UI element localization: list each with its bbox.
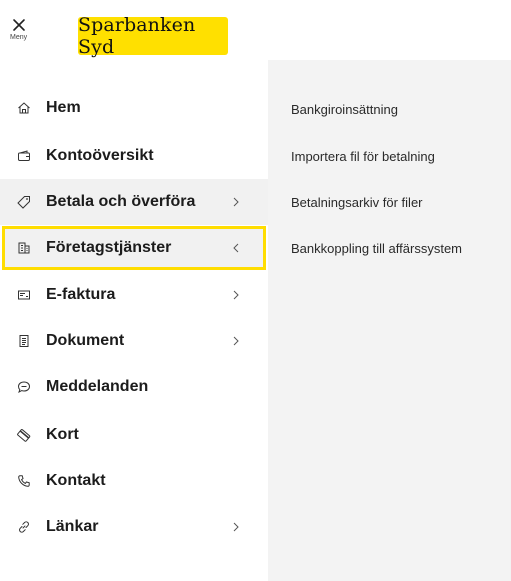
sidebar-item-label: Betala och överföra (46, 193, 196, 210)
sidebar-item-label: Kontakt (46, 472, 106, 489)
sidebar-item-betala[interactable]: Betala och överföra (0, 179, 268, 225)
menu-label: Meny (10, 34, 28, 41)
sidebar-item-label: Hem (46, 99, 81, 116)
chevron-right-icon (231, 197, 241, 207)
sidebar-item-foretagstjanster[interactable]: Företagstjänster (2, 226, 266, 270)
sidebar-item-label: Länkar (46, 518, 99, 535)
wallet-icon (16, 148, 32, 164)
phone-icon (16, 473, 32, 489)
submenu-item-betalningsarkiv[interactable]: Betalningsarkiv för filer (291, 195, 423, 210)
home-icon (16, 100, 32, 116)
sidebar-item-label: Kontoöversikt (46, 147, 154, 164)
sidebar-item-label: E-faktura (46, 286, 116, 303)
card-icon (16, 427, 32, 443)
sidebar-item-hem[interactable]: Hem (0, 85, 268, 131)
sidebar-item-efaktura[interactable]: E-faktura (0, 272, 268, 318)
menu-close-button[interactable]: Meny (10, 18, 38, 58)
sidebar-item-dokument[interactable]: Dokument (0, 318, 268, 364)
sidebar-item-label: Kort (46, 426, 79, 443)
chevron-right-icon (231, 290, 241, 300)
link-icon (16, 519, 32, 535)
sidebar-nav: Hem Kontoöversikt Betala och överföra Fö… (0, 60, 268, 581)
top-bar: Meny Sparbanken Syd (0, 0, 511, 60)
chevron-right-icon (231, 336, 241, 346)
app-frame: Meny Sparbanken Syd Hem Kontoöversikt Be… (0, 0, 511, 581)
building-icon (16, 240, 32, 256)
submenu-item-bankgiroinsattning[interactable]: Bankgiroinsättning (291, 102, 398, 117)
sidebar-item-kort[interactable]: Kort (0, 412, 268, 458)
sidebar-item-meddelanden[interactable]: Meddelanden (0, 364, 268, 410)
submenu-item-importera-fil[interactable]: Importera fil för betalning (291, 149, 435, 164)
document-icon (16, 333, 32, 349)
close-icon (13, 19, 25, 31)
chevron-left-icon (231, 243, 241, 253)
sidebar-item-kontakt[interactable]: Kontakt (0, 458, 268, 504)
sparbanken-logo[interactable]: Sparbanken Syd (78, 14, 228, 58)
logo-text: Sparbanken Syd (78, 14, 196, 58)
sidebar-item-label: Dokument (46, 332, 125, 349)
invoice-card-icon (16, 287, 32, 303)
submenu-panel (268, 60, 511, 581)
chevron-right-icon (231, 522, 241, 532)
sidebar-item-lankar[interactable]: Länkar (0, 504, 268, 550)
sidebar-item-kontooversikt[interactable]: Kontoöversikt (0, 133, 268, 179)
sidebar-item-label: Meddelanden (46, 378, 149, 395)
submenu-item-bankkoppling[interactable]: Bankkoppling till affärssystem (291, 241, 462, 256)
chat-bubble-icon (16, 379, 32, 395)
tag-icon (16, 194, 32, 210)
sidebar-item-label: Företagstjänster (46, 239, 172, 256)
